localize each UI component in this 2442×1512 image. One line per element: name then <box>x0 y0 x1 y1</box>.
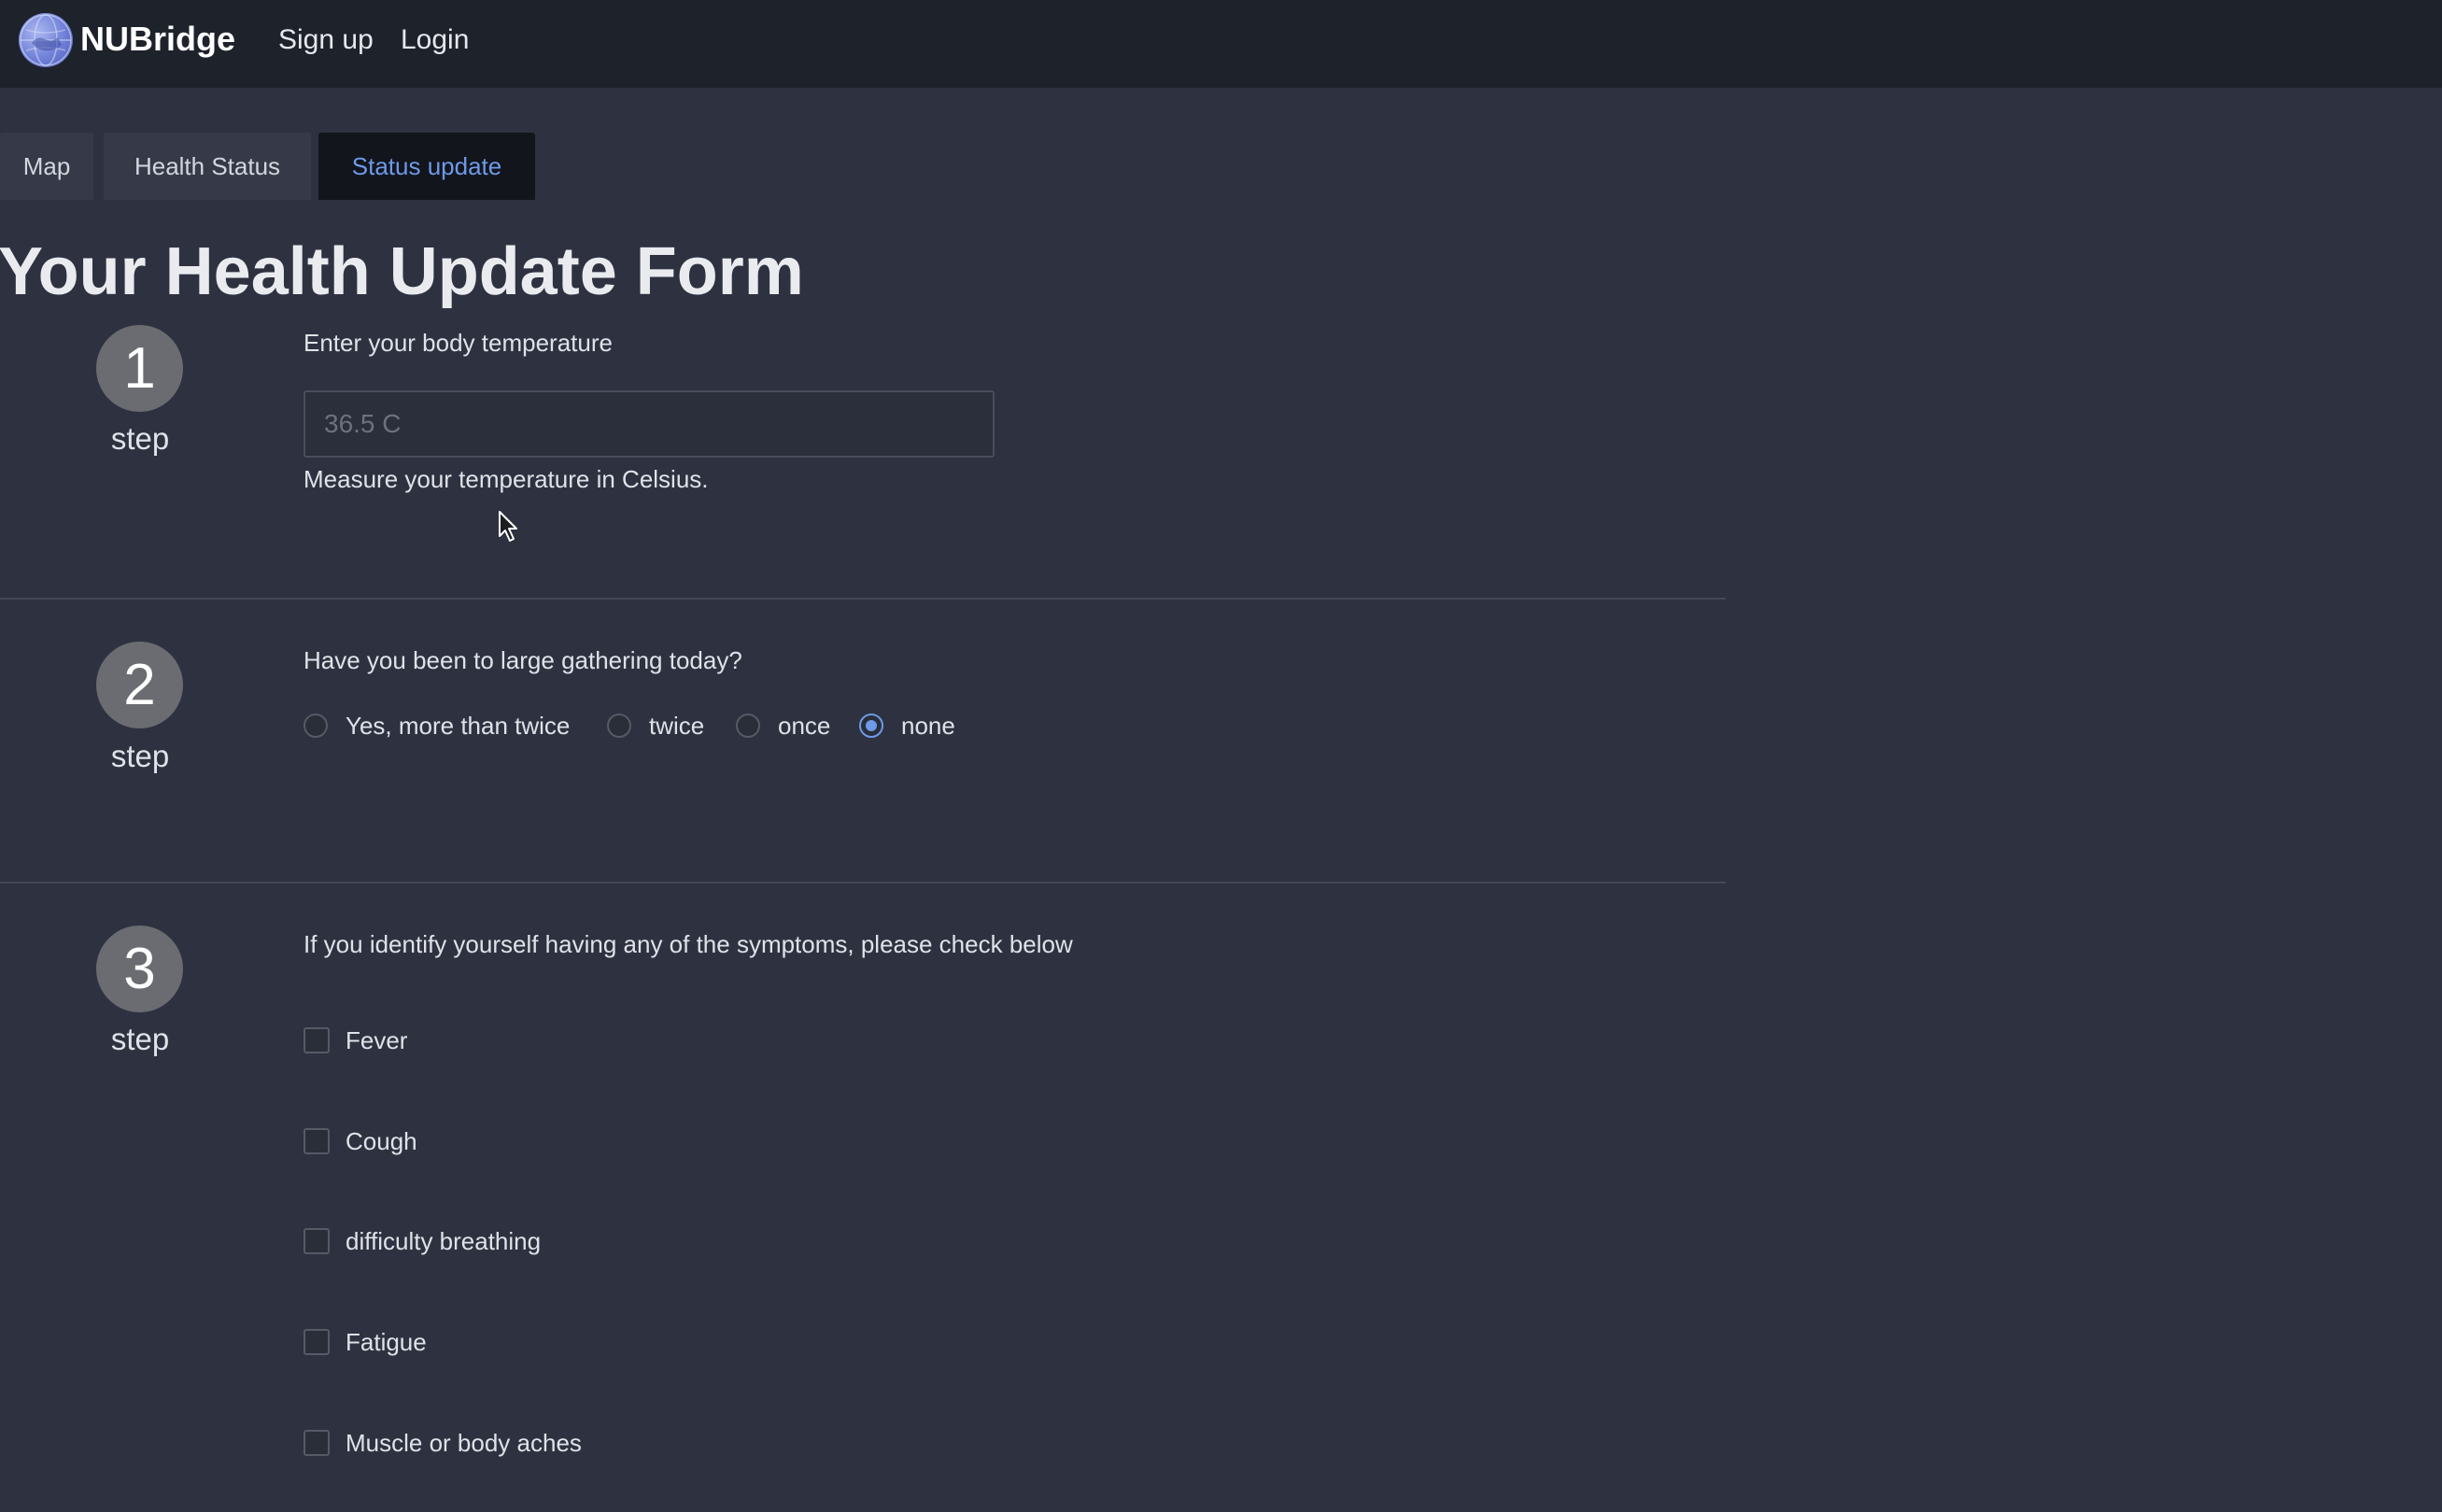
checkbox-label: Muscle or body aches <box>346 1429 582 1457</box>
radio-button-selected[interactable] <box>859 714 883 738</box>
radio-button[interactable] <box>736 714 760 738</box>
step-3-badge: 3 <box>96 926 183 1012</box>
symptom-muscle-or-body-aches[interactable]: Muscle or body aches <box>303 1427 582 1459</box>
globe-icon[interactable] <box>19 13 73 67</box>
step-1-badge: 1 <box>96 325 183 412</box>
checkbox-label: difficulty breathing <box>346 1227 542 1255</box>
checkbox[interactable] <box>303 1329 330 1355</box>
radio-label: none <box>901 712 955 740</box>
brand-name[interactable]: NUBridge <box>80 17 235 62</box>
checkbox-label: Fatigue <box>346 1328 427 1356</box>
step-3-question: If you identify yourself having any of t… <box>303 930 1073 958</box>
checkbox[interactable] <box>303 1027 330 1053</box>
symptom-fever[interactable]: Fever <box>303 1024 407 1056</box>
navbar: NUBridge Sign up Login <box>0 0 2442 88</box>
temperature-input[interactable] <box>303 390 995 458</box>
checkbox[interactable] <box>303 1128 330 1154</box>
checkbox-label: Cough <box>346 1127 417 1155</box>
radio-label: Yes, more than twice <box>346 712 571 740</box>
radio-button[interactable] <box>303 714 328 738</box>
radio-twice[interactable]: twice <box>607 710 704 742</box>
symptom-cough[interactable]: Cough <box>303 1125 417 1157</box>
checkbox-label: Fever <box>346 1026 408 1054</box>
radio-label: twice <box>649 712 705 740</box>
radio-label: once <box>778 712 831 740</box>
radio-none[interactable]: none <box>859 710 955 742</box>
step-2-question: Have you been to large gathering today? <box>303 646 742 674</box>
symptom-difficulty-breathing[interactable]: difficulty breathing <box>303 1225 541 1257</box>
step-1-question: Enter your body temperature <box>303 329 613 357</box>
divider-1 <box>0 598 1726 600</box>
page-title: Your Health Update Form <box>0 234 804 309</box>
radio-button[interactable] <box>607 714 631 738</box>
symptom-fatigue[interactable]: Fatigue <box>303 1326 427 1358</box>
tab-map[interactable]: Map <box>0 133 93 200</box>
signup-link[interactable]: Sign up <box>278 21 374 60</box>
tab-status-update[interactable]: Status update <box>318 133 535 200</box>
page: NUBridge Sign up Login Map Health Status… <box>0 0 2442 1512</box>
step-1-label: step <box>110 421 170 456</box>
step-2-badge: 2 <box>96 642 183 728</box>
temperature-helper-text: Measure your temperature in Celsius. <box>303 465 709 493</box>
step-2-label: step <box>110 739 170 773</box>
radio-once[interactable]: once <box>736 710 830 742</box>
login-link[interactable]: Login <box>401 21 469 60</box>
divider-2 <box>0 882 1726 883</box>
step-3-label: step <box>110 1022 170 1056</box>
radio-yes-more-than-twice[interactable]: Yes, more than twice <box>303 710 570 742</box>
checkbox[interactable] <box>303 1228 330 1254</box>
checkbox[interactable] <box>303 1430 330 1456</box>
tab-health-status[interactable]: Health Status <box>104 133 311 200</box>
mouse-pointer-icon <box>498 510 522 544</box>
